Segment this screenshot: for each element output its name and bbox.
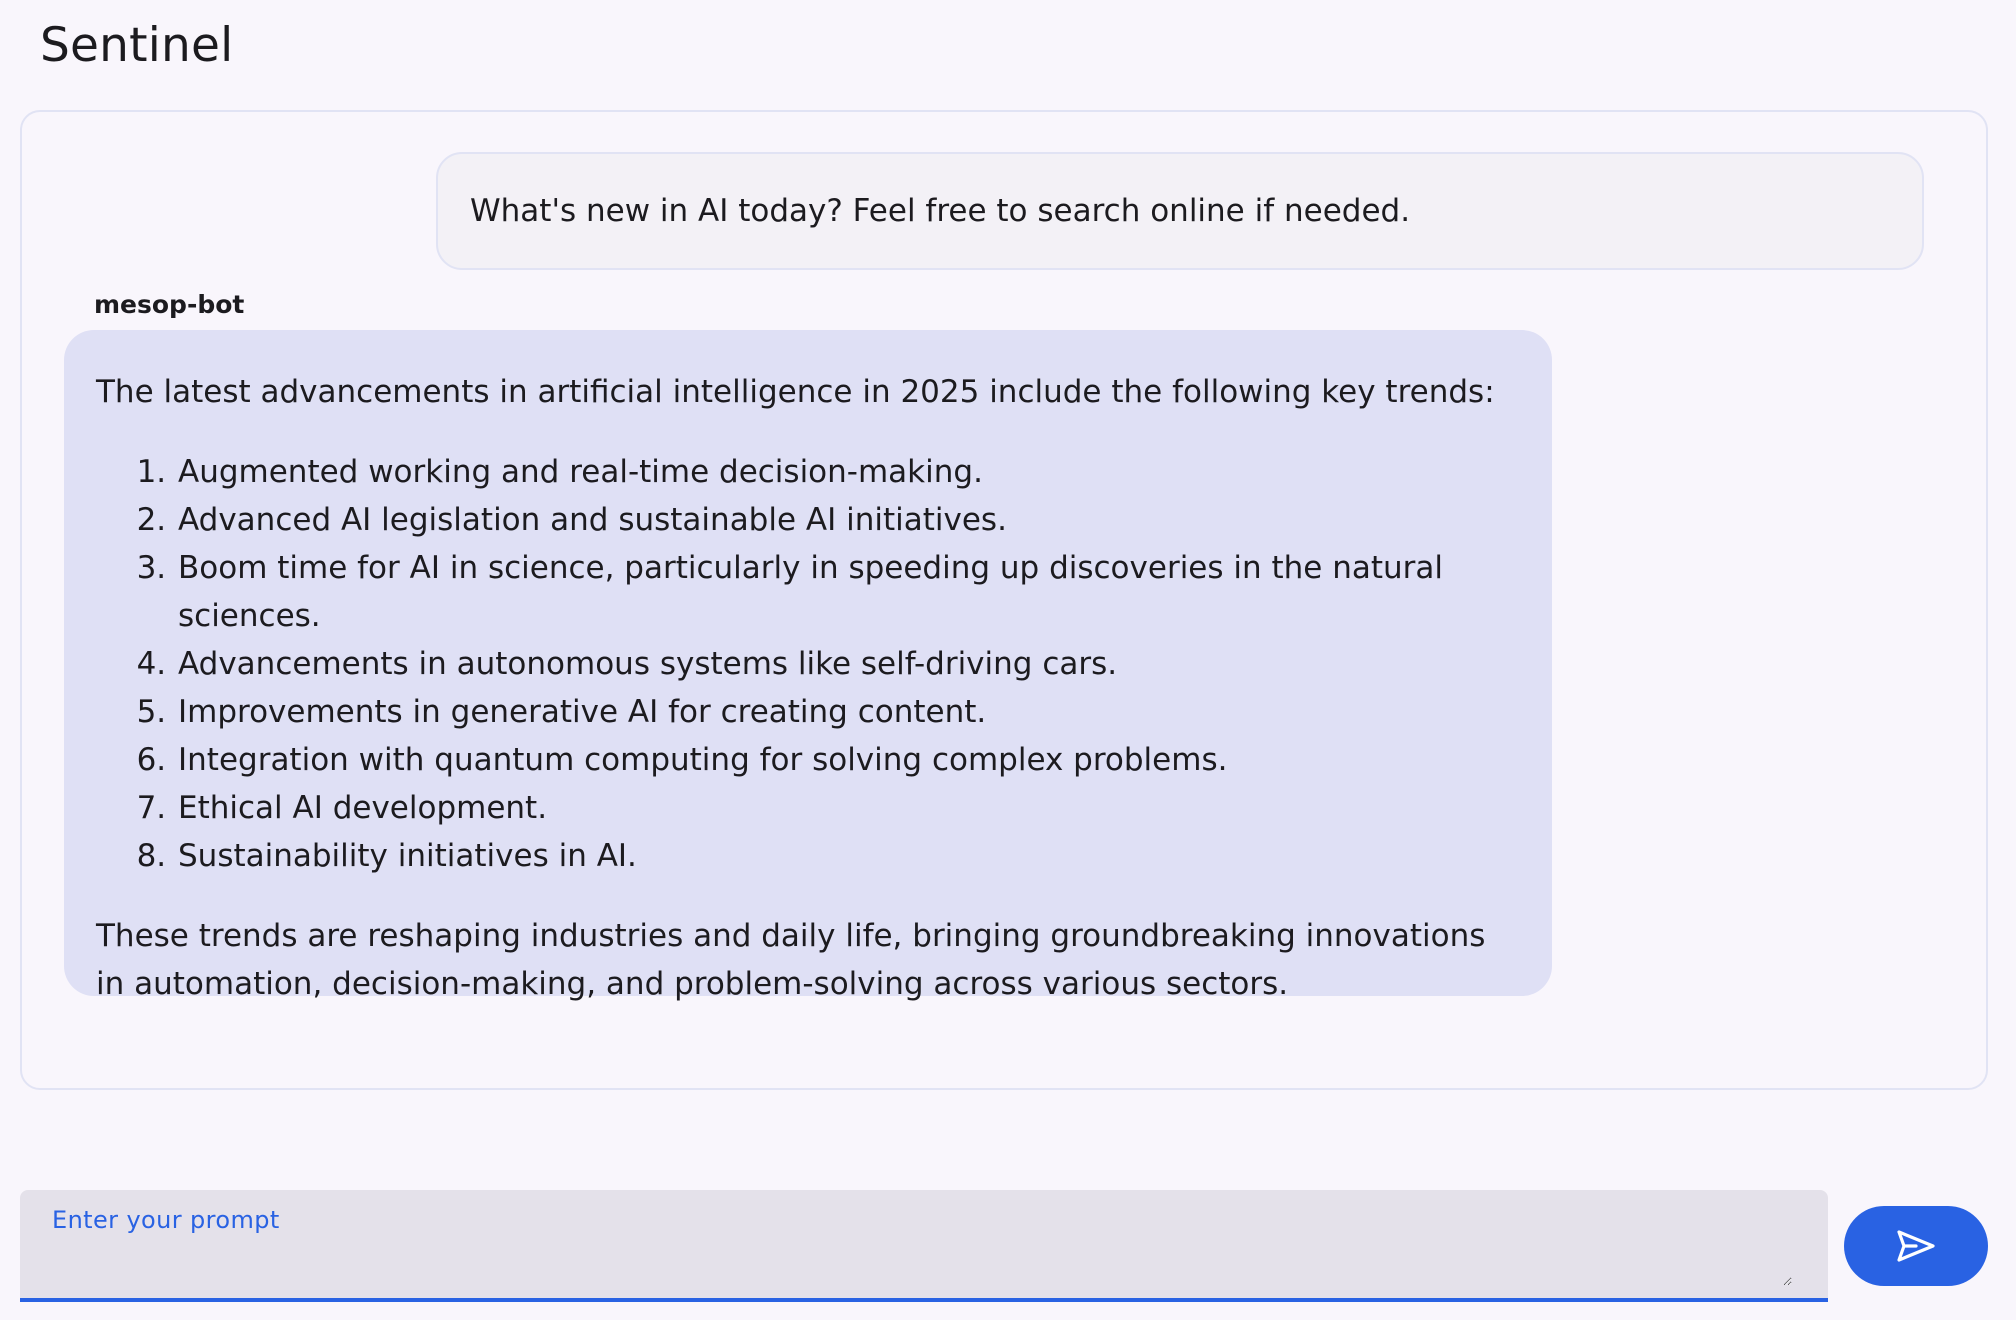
send-button[interactable] bbox=[1844, 1206, 1988, 1286]
prompt-label: Enter your prompt bbox=[52, 1206, 280, 1234]
prompt-field[interactable]: Enter your prompt bbox=[20, 1190, 1828, 1302]
app-title: Sentinel bbox=[40, 18, 234, 73]
send-icon bbox=[1896, 1229, 1936, 1263]
list-item: Augmented working and real-time decision… bbox=[176, 448, 1520, 496]
chat-panel[interactable]: What's new in AI today? Feel free to sea… bbox=[20, 110, 1988, 1090]
list-item: Improvements in generative AI for creati… bbox=[176, 688, 1520, 736]
bot-message-bubble: The latest advancements in artificial in… bbox=[64, 330, 1552, 1002]
user-message-bubble: What's new in AI today? Feel free to sea… bbox=[436, 152, 1924, 270]
bot-message-outro: These trends are reshaping industries an… bbox=[96, 918, 1486, 1002]
list-item: Advancements in autonomous systems like … bbox=[176, 640, 1520, 688]
bot-message-intro: The latest advancements in artificial in… bbox=[96, 374, 1495, 410]
list-item: Boom time for AI in science, particularl… bbox=[176, 544, 1520, 640]
list-item: Sustainability initiatives in AI. bbox=[176, 832, 1520, 880]
list-item: Ethical AI development. bbox=[176, 784, 1520, 832]
prompt-input[interactable] bbox=[52, 1242, 1792, 1286]
list-item: Integration with quantum computing for s… bbox=[176, 736, 1520, 784]
bot-message-list: Augmented working and real-time decision… bbox=[96, 448, 1520, 880]
user-message-text: What's new in AI today? Feel free to sea… bbox=[470, 193, 1411, 229]
list-item: Advanced AI legislation and sustainable … bbox=[176, 496, 1520, 544]
bot-name-label: mesop-bot bbox=[94, 290, 245, 319]
